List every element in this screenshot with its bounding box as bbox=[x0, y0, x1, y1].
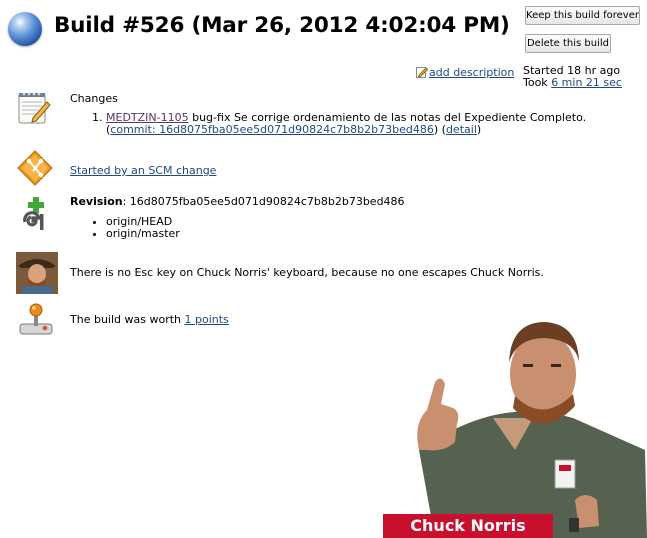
delete-build-button[interactable]: Delete this build bbox=[525, 34, 611, 53]
took-text: Took 6 min 21 sec bbox=[523, 76, 622, 89]
build-status-icon bbox=[8, 12, 42, 46]
commit-link[interactable]: commit: 16d8075fba05ee5d071d90824c7b8b2b… bbox=[110, 123, 434, 136]
chuck-norris-fact: There is no Esc key on Chuck Norris' key… bbox=[70, 266, 544, 279]
changes-list: MEDTZIN-1105 bug-fix Se corrige ordenami… bbox=[70, 112, 586, 136]
keep-build-forever-button[interactable]: Keep this build forever bbox=[525, 6, 640, 25]
revision-hash: 16d8075fba05ee5d071d90824c7b8b2b73bed486 bbox=[129, 195, 405, 208]
detail-link[interactable]: detail bbox=[446, 123, 477, 136]
chuck-norris-thumbs-up-image bbox=[383, 322, 647, 538]
revision-line: Revision: 16d8075fba05ee5d071d90824c7b8b… bbox=[70, 195, 405, 208]
add-description[interactable]: add description bbox=[416, 66, 514, 79]
notepad-icon bbox=[18, 92, 51, 124]
scm-change-link[interactable]: Started by an SCM change bbox=[70, 164, 216, 177]
build-worth: The build was worth 1 points bbox=[70, 313, 229, 326]
git-plugin-icon bbox=[23, 197, 44, 230]
pencil-icon bbox=[416, 67, 428, 78]
build-timing: Started 18 hr ago Took 6 min 21 sec bbox=[523, 65, 622, 89]
branch-list: origin/HEAD origin/master bbox=[70, 216, 180, 240]
joystick-icon bbox=[19, 303, 53, 335]
points-link[interactable]: 1 points bbox=[185, 313, 229, 326]
scm-diamond-icon bbox=[17, 150, 53, 186]
build-duration-link[interactable]: 6 min 21 sec bbox=[551, 76, 622, 89]
branch-item: origin/master bbox=[106, 228, 180, 240]
chuck-norris-banner: Chuck Norris bbox=[410, 516, 526, 535]
add-description-link[interactable]: add description bbox=[429, 66, 514, 79]
changes-heading: Changes bbox=[70, 92, 118, 105]
page-title: Build #526 (Mar 26, 2012 4:02:04 PM) bbox=[54, 13, 510, 38]
change-item: MEDTZIN-1105 bug-fix Se corrige ordenami… bbox=[106, 112, 586, 136]
chuck-norris-avatar bbox=[16, 252, 58, 294]
